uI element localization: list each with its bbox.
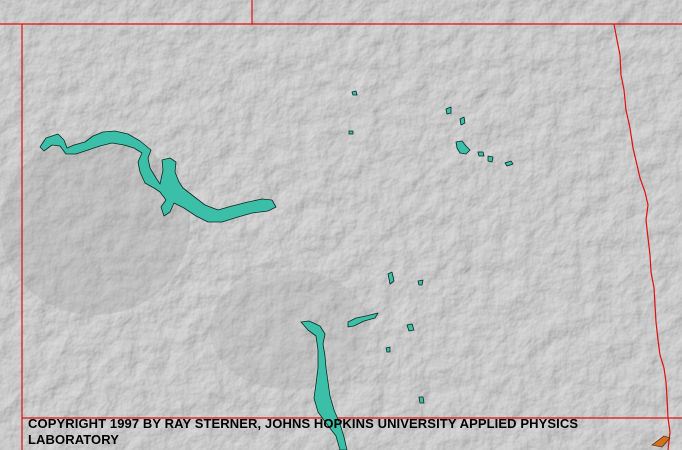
hills-shading bbox=[210, 270, 370, 390]
small-lake-6 bbox=[351, 90, 358, 96]
small-lake-7 bbox=[348, 130, 354, 135]
small-lake-4 bbox=[487, 155, 494, 163]
small-lake-2 bbox=[459, 116, 466, 126]
small-lake-9 bbox=[417, 279, 424, 286]
small-lake-13 bbox=[418, 396, 425, 404]
small-lake-12 bbox=[385, 346, 391, 353]
shaded-relief-map bbox=[0, 0, 682, 450]
small-lake-3 bbox=[477, 151, 485, 157]
badlands-shading bbox=[0, 135, 190, 315]
copyright-notice: COPYRIGHT 1997 BY RAY STERNER, JOHNS HOP… bbox=[28, 416, 579, 447]
